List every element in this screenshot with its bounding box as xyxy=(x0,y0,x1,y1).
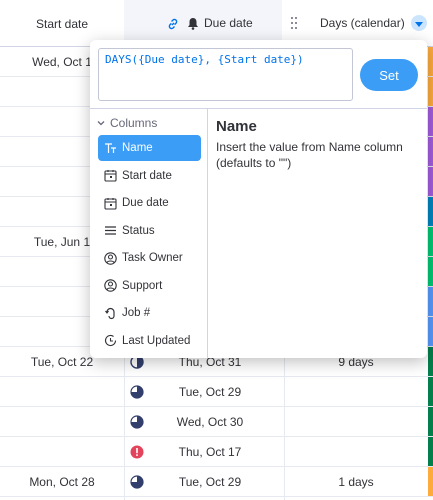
column-detail: Name Insert the value from Name column (… xyxy=(216,118,421,171)
group-color-strip xyxy=(428,137,433,166)
column-option-label: Due date xyxy=(122,197,169,209)
group-color-strip xyxy=(428,47,433,76)
group-color-strip xyxy=(428,287,433,316)
column-option-last-updated[interactable]: Last Updated xyxy=(98,328,201,354)
column-option-label: Name xyxy=(122,142,153,154)
column-option-label: Support xyxy=(122,279,163,292)
calendar-icon xyxy=(98,197,122,210)
group-color-strip xyxy=(428,257,433,286)
table-row[interactable]: Wed, Oct 30 xyxy=(0,407,433,437)
person-icon xyxy=(98,251,122,265)
drag-handle-icon[interactable] xyxy=(290,15,298,31)
days-calendar-cell xyxy=(286,407,426,437)
column-option-label: Job # xyxy=(122,307,151,319)
group-color-strip xyxy=(428,197,433,226)
group-color-strip xyxy=(428,107,433,136)
group-color-strip xyxy=(428,317,433,346)
chevron-down-icon xyxy=(97,121,105,126)
table-row[interactable]: Mon, Oct 28 Tue, Oct 29 1 days xyxy=(0,467,433,497)
column-option-label: Task Owner xyxy=(122,252,183,264)
status-progress-icon xyxy=(130,415,144,429)
group-color-strip xyxy=(428,227,433,256)
column-option-task-owner[interactable]: Task Owner xyxy=(98,245,201,271)
days-calendar-header-label: Days (calendar) xyxy=(320,16,405,30)
group-color-strip xyxy=(428,347,433,376)
column-detail-description: Insert the value from Name column (defau… xyxy=(216,140,403,170)
columns-section-toggle[interactable]: Columns xyxy=(96,115,157,131)
link-icon[interactable] xyxy=(166,17,180,31)
column-detail-title: Name xyxy=(216,118,257,135)
group-color-strip xyxy=(428,437,433,466)
group-color-strip xyxy=(428,467,433,496)
column-option-status[interactable]: Status xyxy=(98,218,201,244)
group-color-strip xyxy=(428,167,433,196)
calendar-icon xyxy=(98,169,122,182)
start-date-cell[interactable] xyxy=(0,407,124,437)
start-date-cell[interactable]: Mon, Oct 28 xyxy=(0,467,124,497)
due-date-cell[interactable]: Tue, Oct 29 xyxy=(165,377,255,407)
start-date-header-label: Start date xyxy=(35,16,89,31)
columns-panel: Columns Name Start date Due date Status Task… xyxy=(90,109,208,358)
columns-section-label: Columns xyxy=(110,116,158,130)
bell-icon xyxy=(188,18,198,30)
status-progress-icon xyxy=(130,475,144,489)
start-date-cell[interactable] xyxy=(0,377,124,407)
days-calendar-cell xyxy=(286,437,426,467)
formula-input[interactable]: DAYS({Due date}, {Start date}) xyxy=(98,48,353,101)
group-color-strip xyxy=(428,377,433,406)
due-date-cell[interactable]: Tue, Oct 29 xyxy=(165,467,255,497)
status-alert-icon xyxy=(130,445,144,459)
column-menu-button[interactable] xyxy=(411,15,427,31)
formula-editor-popup: DAYS({Due date}, {Start date}) Set Colum… xyxy=(90,40,427,358)
set-button[interactable]: Set xyxy=(360,59,418,91)
column-option-name[interactable]: Name xyxy=(98,135,201,161)
group-color-strip xyxy=(428,77,433,106)
days-calendar-cell: 1 days xyxy=(338,475,374,489)
clock-icon xyxy=(98,334,122,347)
status-progress-icon xyxy=(130,385,144,399)
board-view: Start date Due date Days (calendar) Wed,… xyxy=(0,0,433,500)
lines-icon xyxy=(98,224,122,237)
text-icon xyxy=(98,142,122,155)
due-date-cell[interactable]: Thu, Oct 17 xyxy=(165,437,255,467)
person-icon xyxy=(98,279,122,292)
column-option-start-date[interactable]: Start date xyxy=(98,163,201,189)
hook-icon xyxy=(98,307,122,320)
column-option-label: Status xyxy=(122,224,155,237)
days-calendar-cell xyxy=(286,377,426,407)
table-row[interactable]: Tue, Oct 29 xyxy=(0,377,433,407)
column-option-label: Last Updated xyxy=(122,334,191,347)
column-option-support[interactable]: Support xyxy=(98,273,201,299)
table-row[interactable]: Thu, Oct 17 xyxy=(0,437,433,467)
column-option-label: Start date xyxy=(122,169,172,182)
group-color-strip xyxy=(428,407,433,436)
due-date-cell[interactable]: Wed, Oct 30 xyxy=(165,407,255,437)
column-option-job[interactable]: Job # xyxy=(98,300,201,326)
start-date-cell[interactable] xyxy=(0,437,124,467)
due-date-header-label: Due date xyxy=(204,16,253,30)
column-option-due-date[interactable]: Due date xyxy=(98,190,201,216)
